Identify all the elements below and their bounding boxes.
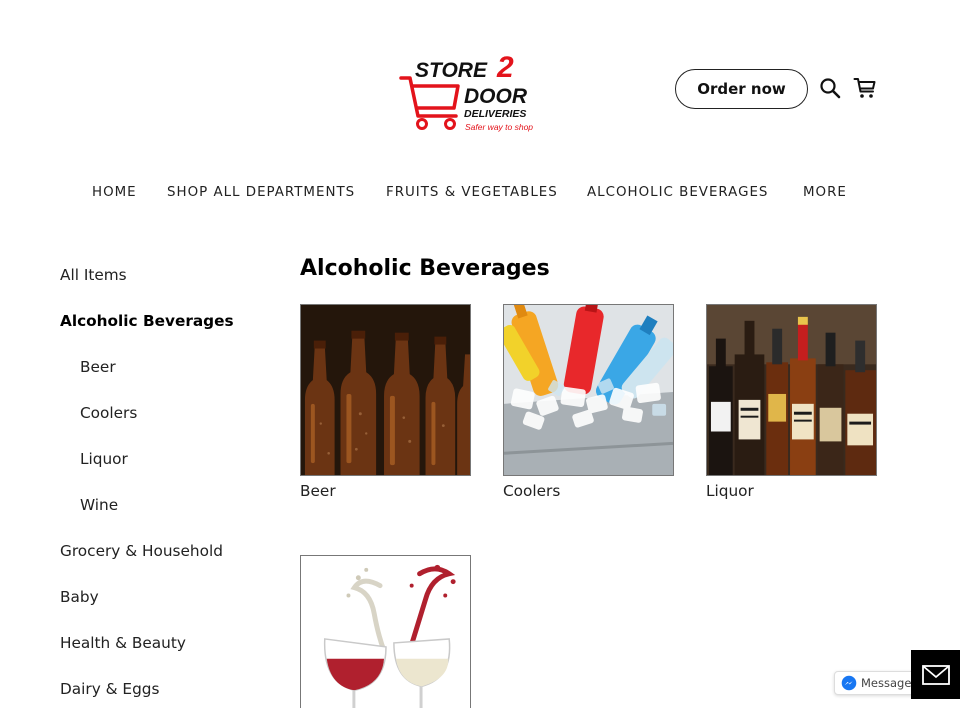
contact-mail-button[interactable] [911, 650, 960, 699]
sidebar-item-health-beauty[interactable]: Health & Beauty [60, 634, 186, 652]
category-label-coolers[interactable]: Coolers [503, 482, 560, 500]
category-tile-liquor[interactable] [706, 304, 877, 476]
sidebar-item-all-items[interactable]: All Items [60, 266, 127, 284]
nav-alcoholic-beverages[interactable]: ALCOHOLIC BEVERAGES [587, 185, 768, 200]
page-title: Alcoholic Beverages [300, 256, 550, 281]
category-tile-beer[interactable] [300, 304, 471, 476]
nav-shop-all-departments[interactable]: SHOP ALL DEPARTMENTS [167, 185, 355, 200]
main-nav: HOME SHOP ALL DEPARTMENTS FRUITS & VEGET… [0, 185, 960, 203]
category-tile-wine[interactable] [300, 555, 471, 708]
beer-bottles-image [301, 305, 470, 475]
nav-home[interactable]: HOME [92, 185, 137, 200]
order-now-button[interactable]: Order now [675, 69, 808, 109]
sidebar-item-baby[interactable]: Baby [60, 588, 99, 606]
category-label-liquor[interactable]: Liquor [706, 482, 754, 500]
cart-icon[interactable] [853, 76, 877, 100]
logo-word-deliveries: DELIVERIES [464, 108, 526, 120]
mail-icon [921, 664, 950, 685]
search-icon[interactable] [818, 76, 842, 100]
wine-glasses-image [301, 556, 470, 708]
category-tile-coolers[interactable] [503, 304, 674, 476]
sidebar-item-grocery-household[interactable]: Grocery & Household [60, 542, 223, 560]
sidebar-item-beer[interactable]: Beer [80, 358, 116, 376]
sidebar-item-coolers[interactable]: Coolers [80, 404, 137, 422]
nav-more[interactable]: MORE [803, 185, 847, 200]
liquor-bottles-image [707, 305, 876, 475]
logo-word-door: DOOR [464, 85, 528, 108]
store-logo[interactable]: STORE 2 DOOR DELIVERIES Safer way to sho… [398, 44, 542, 136]
logo-tagline: Safer way to shop [465, 122, 533, 132]
sidebar-item-liquor[interactable]: Liquor [80, 450, 128, 468]
coolers-ice-bucket-image [504, 305, 673, 475]
sidebar-item-wine[interactable]: Wine [80, 496, 118, 514]
category-label-beer[interactable]: Beer [300, 482, 336, 500]
sidebar-item-dairy-eggs[interactable]: Dairy & Eggs [60, 680, 159, 698]
logo-word-store: STORE [415, 59, 488, 82]
logo-number: 2 [496, 51, 514, 84]
nav-fruits-vegetables[interactable]: FRUITS & VEGETABLES [386, 185, 558, 200]
sidebar-item-alcoholic-beverages[interactable]: Alcoholic Beverages [60, 312, 234, 330]
messenger-icon [841, 675, 857, 691]
